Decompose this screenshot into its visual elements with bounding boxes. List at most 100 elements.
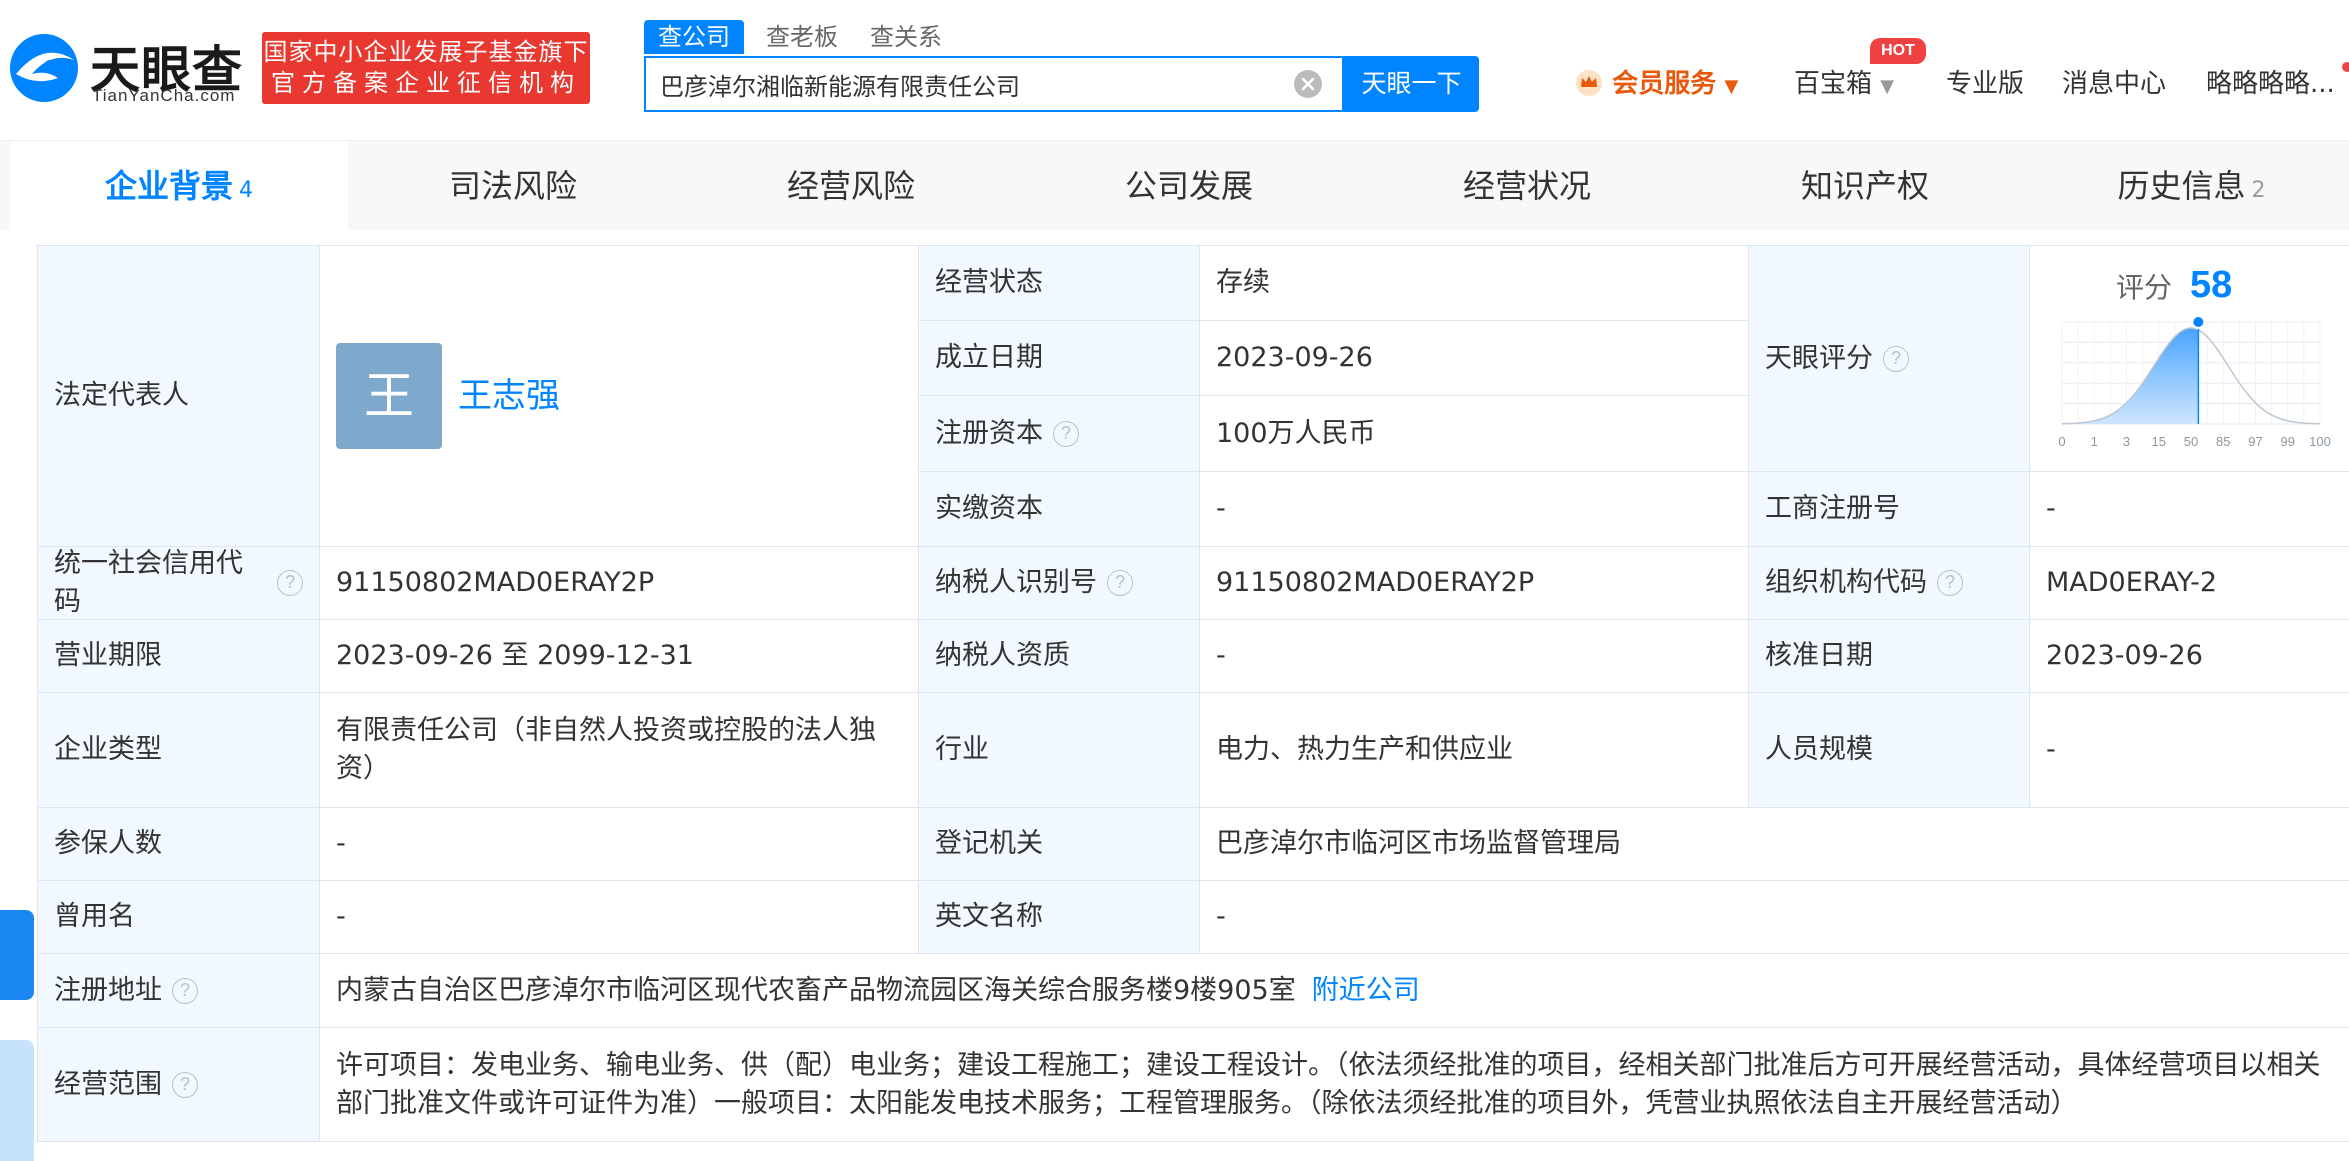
industry-label: 行业 — [919, 693, 1200, 808]
tianyancha-logo[interactable]: 天眼查 TianYanCha.com — [6, 30, 246, 110]
chart-tick-label: 97 — [2248, 434, 2262, 449]
scope-value: 许可项目：发电业务、输电业务、供（配）电业务；建设工程施工；建设工程设计。（依法… — [320, 1028, 2349, 1142]
reg-capital-value: 100万人民币 — [1200, 396, 1749, 472]
search-box — [644, 56, 1344, 112]
chart-tick-label: 3 — [2123, 434, 2130, 449]
status-value: 存续 — [1200, 246, 1749, 321]
chart-tick-label: 0 — [2058, 434, 2065, 449]
help-icon[interactable]: ? — [1107, 570, 1133, 596]
official-badge[interactable]: 国家中小企业发展子基金旗下 官方备案企业征信机构 — [262, 32, 590, 104]
crown-icon — [1576, 70, 1602, 96]
chart-tick-label: 50 — [2184, 434, 2198, 449]
reg-capital-label-cell: 注册资本? — [919, 396, 1200, 472]
help-icon[interactable]: ? — [1883, 345, 1909, 372]
badge-line-1: 国家中小企业发展子基金旗下 — [263, 38, 589, 66]
score-cell[interactable]: 评分 58 0 1 3 15 50 85 97 99 100 — [2030, 246, 2349, 472]
tab-judicial-risk[interactable]: 司法风险 — [344, 141, 682, 231]
top-header: 天眼查 TianYanCha.com 国家中小企业发展子基金旗下 官方备案企业征… — [0, 0, 2349, 140]
insured-label: 参保人数 — [38, 808, 320, 881]
chevron-down-icon: ▼ — [1880, 76, 1895, 97]
scope-label-cell: 经营范围? — [38, 1028, 320, 1142]
english-name-label: 英文名称 — [919, 881, 1200, 954]
tab-label: 公司发展 — [1124, 167, 1253, 205]
founded-value: 2023-09-26 — [1200, 321, 1749, 396]
score-distribution-chart: 0 1 3 15 50 85 97 99 100 — [2058, 315, 2331, 449]
logo-text-en: TianYanCha.com — [92, 86, 236, 105]
approval-date-value: 2023-09-26 — [2030, 620, 2349, 693]
credit-code-value: 91150802MAD0ERAY2P — [320, 547, 919, 620]
insured-value: - — [320, 808, 919, 881]
taxpayer-id-value: 91150802MAD0ERAY2P — [1200, 547, 1749, 620]
score-value: 58 — [2190, 264, 2233, 306]
search-button[interactable]: 天眼一下 — [1344, 56, 1479, 112]
chart-marker-pin — [2191, 315, 2206, 329]
authority-label: 登记机关 — [919, 808, 1200, 881]
taxpayer-qual-label: 纳税人资质 — [919, 620, 1200, 693]
tab-enterprise-background[interactable]: 企业背景 4 — [10, 141, 348, 231]
tab-operation-status[interactable]: 经营状况 — [1358, 141, 1696, 231]
chart-tick-label: 100 — [2309, 434, 2331, 449]
chevron-down-icon: ▼ — [1724, 76, 1739, 97]
floating-app-widget[interactable] — [0, 910, 34, 1000]
tab-count: 2 — [2251, 178, 2266, 203]
help-icon[interactable]: ? — [172, 977, 198, 1004]
scope-label: 经营范围 — [54, 1068, 162, 1100]
founded-label: 成立日期 — [919, 321, 1200, 396]
address-label-cell: 注册地址? — [38, 954, 320, 1028]
messages-link[interactable]: 消息中心 — [2062, 64, 2166, 104]
nearby-companies-link[interactable]: 附近公司 — [1312, 972, 1420, 1010]
legal-rep-name-link[interactable]: 王志强 — [458, 377, 560, 415]
search-input[interactable] — [660, 58, 1260, 110]
search-tab-boss[interactable]: 查老板 — [766, 20, 838, 54]
help-icon[interactable]: ? — [1053, 420, 1079, 447]
taxpayer-id-label-cell: 纳税人识别号? — [919, 547, 1200, 620]
type-label: 企业类型 — [38, 693, 320, 808]
biz-reg-no-label: 工商注册号 — [1749, 472, 2030, 547]
credit-code-label-cell: 统一社会信用代码? — [38, 547, 320, 620]
search-tab-company[interactable]: 查公司 — [644, 20, 744, 54]
chart-tick-label: 1 — [2091, 434, 2098, 449]
staff-value: - — [2030, 693, 2349, 808]
tab-label: 司法风险 — [448, 167, 577, 205]
former-name-value: - — [320, 881, 919, 954]
help-icon[interactable]: ? — [277, 570, 303, 596]
status-label: 经营状态 — [919, 246, 1200, 321]
paid-capital-label: 实缴资本 — [919, 472, 1200, 547]
help-icon[interactable]: ? — [172, 1071, 198, 1098]
former-name-label: 曾用名 — [38, 881, 320, 954]
tab-development[interactable]: 公司发展 — [1020, 141, 1358, 231]
help-icon[interactable]: ? — [1937, 570, 1963, 596]
search-tab-relation[interactable]: 查关系 — [870, 20, 942, 54]
credit-code-label: 统一社会信用代码 — [54, 548, 243, 617]
baobao-menu[interactable]: 百宝箱 ▼ — [1794, 64, 1894, 104]
pro-link[interactable]: 专业版 — [1946, 64, 2024, 104]
clear-icon[interactable] — [1294, 70, 1322, 98]
tab-label: 经营状况 — [1462, 167, 1591, 205]
notification-dot — [2342, 62, 2349, 72]
company-info-table: 法定代表人 王 王志强 经营状态 存续 成立日期 2023-09-26 注册资本… — [37, 245, 2349, 1142]
chart-tick-label: 99 — [2281, 434, 2295, 449]
baobao-label: 百宝箱 — [1794, 69, 1873, 99]
score-label-cell: 天眼评分? — [1749, 246, 2030, 472]
tab-business-risk[interactable]: 经营风险 — [682, 141, 1020, 231]
badge-line-2: 官方备案企业征信机构 — [271, 69, 581, 97]
vip-service-menu[interactable]: 会员服务 ▼ — [1574, 64, 1738, 104]
chart-tick-label: 15 — [2152, 434, 2166, 449]
tab-count: 4 — [239, 178, 253, 203]
score-label: 天眼评分 — [1765, 342, 1873, 374]
section-tabs: 企业背景 4 司法风险 经营风险 公司发展 经营状况 知识产权 历史信息 2 — [0, 140, 2349, 231]
legal-rep-label: 法定代表人 — [38, 246, 320, 547]
approval-date-label: 核准日期 — [1749, 620, 2030, 693]
term-value: 2023-09-26 至 2099-12-31 — [320, 620, 919, 693]
user-menu[interactable]: 略略略略... — [2206, 64, 2335, 104]
paid-capital-value: - — [1200, 472, 1749, 547]
reg-capital-label: 注册资本 — [935, 417, 1043, 449]
avatar[interactable]: 王 — [336, 343, 442, 449]
tab-label: 历史信息 — [2117, 167, 2246, 205]
tab-history[interactable]: 历史信息 2 — [2034, 141, 2349, 231]
tab-ip[interactable]: 知识产权 — [1696, 141, 2034, 231]
floating-promo-widget[interactable] — [0, 1040, 34, 1161]
term-label: 营业期限 — [38, 620, 320, 693]
chart-tick-label: 85 — [2216, 434, 2230, 449]
tab-label: 知识产权 — [1800, 167, 1929, 205]
